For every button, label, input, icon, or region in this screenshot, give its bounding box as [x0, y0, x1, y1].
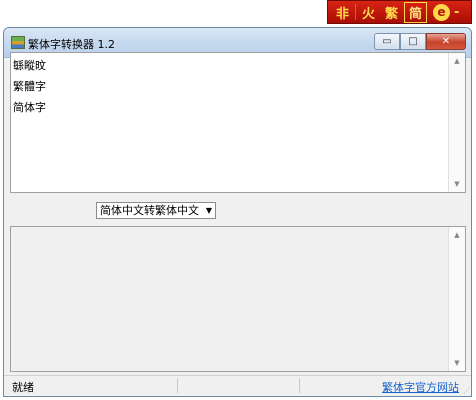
window-controls: ▭ □ ✕: [374, 33, 466, 50]
input-textarea[interactable]: 緐瞛旼 繁體字 简体字 ▲ ▼: [10, 52, 466, 193]
badge-char-jian: 简: [404, 1, 427, 23]
status-text: 就绪: [12, 381, 34, 394]
output-textarea[interactable]: ▲ ▼: [10, 226, 466, 372]
badge-char-huo: 火: [361, 6, 375, 22]
app-window: 繁体字转换器 1.2 ▭ □ ✕ 緐瞛旼 繁體字 简体字 ▲ ▼ 简体中文转繁体…: [3, 27, 472, 397]
badge-divider: [355, 4, 356, 20]
input-line: 繁體字: [13, 80, 46, 93]
mode-bar: 简体中文转繁体中文 ▼: [10, 194, 466, 226]
conversion-mode-select[interactable]: 简体中文转繁体中文 ▼: [96, 202, 216, 219]
status-divider: [299, 378, 300, 393]
brand-badge: 非 火 繁 简 e -: [327, 0, 472, 24]
badge-char-fan: 繁: [384, 6, 398, 22]
window-title: 繁体字转换器 1.2: [28, 38, 115, 51]
status-divider: [177, 378, 178, 393]
minimize-icon: ▭: [382, 36, 392, 47]
resize-grip-icon[interactable]: ⋰: [463, 387, 470, 395]
badge-char-fei: 非: [335, 6, 349, 22]
status-bar: 就绪 繁体字官方网站 ⋰: [4, 375, 471, 396]
dropdown-arrow-icon[interactable]: ▼: [206, 203, 212, 218]
input-scrollbar[interactable]: ▲ ▼: [448, 53, 465, 192]
close-icon: ✕: [441, 36, 451, 47]
conversion-mode-value: 简体中文转繁体中文: [100, 204, 199, 217]
close-button[interactable]: ✕: [426, 33, 466, 50]
scroll-down-icon[interactable]: ▼: [449, 176, 465, 192]
scroll-down-icon[interactable]: ▼: [449, 355, 465, 371]
official-site-link[interactable]: 繁体字官方网站: [382, 379, 459, 395]
output-scrollbar[interactable]: ▲ ▼: [448, 227, 465, 371]
input-line: 緐瞛旼: [13, 59, 46, 72]
scroll-up-icon[interactable]: ▲: [449, 53, 465, 69]
input-line: 简体字: [13, 101, 46, 114]
maximize-button[interactable]: □: [400, 33, 426, 50]
app-icon: [11, 36, 25, 49]
badge-dash: -: [454, 4, 460, 20]
maximize-icon: □: [408, 36, 418, 47]
scroll-up-icon[interactable]: ▲: [449, 227, 465, 243]
ie-icon: e: [433, 3, 450, 21]
minimize-button[interactable]: ▭: [374, 33, 400, 50]
